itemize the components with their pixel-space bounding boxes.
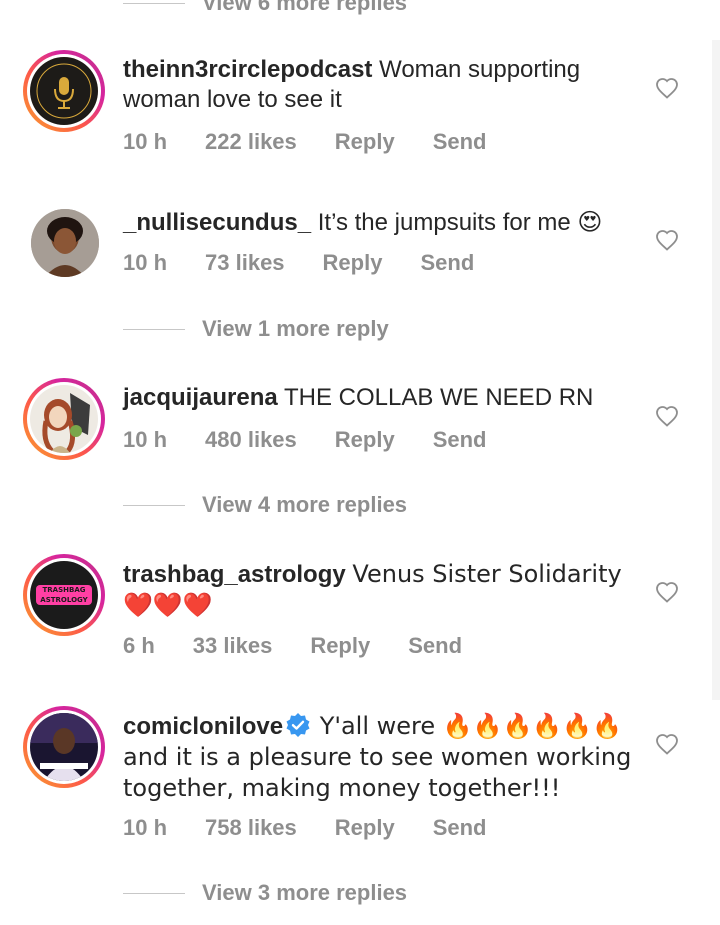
username[interactable]: trashbag_astrology (123, 561, 346, 588)
timestamp: 10 h (123, 129, 168, 154)
send-button[interactable]: Send (433, 815, 487, 841)
view-more-replies[interactable]: View 3 more replies (123, 878, 407, 908)
divider-line (123, 504, 185, 506)
trashbag-astrology-logo: TRASHBAG ASTROLOGY (30, 561, 98, 629)
avatar[interactable] (23, 50, 105, 132)
username[interactable]: theinn3rcirclepodcast (123, 56, 372, 83)
timestamp: 6 h (123, 633, 155, 658)
profile-photo (30, 713, 98, 781)
view-more-label: View 1 more reply (202, 316, 389, 341)
avatar[interactable] (23, 706, 105, 788)
view-more-replies-top[interactable]: View 6 more replies (123, 0, 407, 18)
svg-text:TRASHBAG: TRASHBAG (43, 586, 86, 594)
send-button[interactable]: Send (433, 427, 487, 453)
comment-meta: 10 h 73 likes Reply Send (123, 250, 512, 276)
view-more-label: View 4 more replies (202, 492, 408, 517)
avatar[interactable] (31, 209, 99, 277)
timestamp: 10 h (123, 250, 168, 275)
heart-outline-icon[interactable] (655, 77, 679, 99)
comment-body: _nullisecundus_ It’s the jumpsuits for m… (123, 208, 643, 238)
heart-outline-icon[interactable] (655, 229, 679, 251)
avatar[interactable] (23, 378, 105, 460)
avatar[interactable]: TRASHBAG ASTROLOGY (23, 554, 105, 636)
reply-button[interactable]: Reply (335, 129, 395, 155)
view-more-replies[interactable]: View 4 more replies (123, 490, 407, 520)
heart-outline-icon[interactable] (655, 581, 679, 603)
timestamp: 10 h (123, 815, 168, 840)
likes-count[interactable]: 758 likes (205, 815, 297, 841)
comment-body: trashbag_astrology Venus Sister Solidari… (123, 559, 643, 621)
view-more-label: View 6 more replies (202, 0, 408, 15)
comment-text: It’s the jumpsuits for me 😍 (317, 209, 603, 236)
view-more-label: View 3 more replies (202, 880, 408, 905)
likes-count[interactable]: 33 likes (193, 633, 273, 659)
comment-meta: 10 h 222 likes Reply Send (123, 129, 525, 155)
send-button[interactable]: Send (408, 633, 462, 659)
username[interactable]: jacquijaurena (123, 384, 278, 411)
comment-meta: 10 h 480 likes Reply Send (123, 427, 525, 453)
reply-button[interactable]: Reply (323, 250, 383, 276)
likes-count[interactable]: 480 likes (205, 427, 297, 453)
comment-meta: 6 h 33 likes Reply Send (123, 633, 500, 659)
divider-line (123, 2, 185, 4)
inner-circle-logo (31, 58, 97, 124)
username[interactable]: comiclonilove (123, 713, 283, 740)
heart-outline-icon[interactable] (655, 405, 679, 427)
heart-outline-icon[interactable] (655, 733, 679, 755)
reply-button[interactable]: Reply (335, 815, 395, 841)
divider-line (123, 328, 185, 330)
illustrated-avatar (30, 385, 98, 453)
verified-badge-icon (286, 713, 310, 737)
comment-meta: 10 h 758 likes Reply Send (123, 815, 525, 841)
view-more-replies[interactable]: View 1 more reply (123, 314, 389, 344)
send-button[interactable]: Send (433, 129, 487, 155)
divider-line (123, 892, 185, 894)
username[interactable]: _nullisecundus_ (123, 209, 311, 236)
svg-text:ASTROLOGY: ASTROLOGY (40, 596, 88, 604)
comment-body: theinn3rcirclepodcast Woman supporting w… (123, 55, 643, 115)
comment-body: comiclonilove Y'all were 🔥🔥🔥🔥🔥🔥 and it i… (123, 711, 643, 804)
likes-count[interactable]: 222 likes (205, 129, 297, 155)
reply-button[interactable]: Reply (335, 427, 395, 453)
reply-button[interactable]: Reply (310, 633, 370, 659)
comment-text: THE COLLAB WE NEED RN (283, 384, 594, 411)
send-button[interactable]: Send (420, 250, 474, 276)
comment-body: jacquijaurena THE COLLAB WE NEED RN (123, 383, 643, 413)
likes-count[interactable]: 73 likes (205, 250, 285, 276)
scrollbar[interactable] (712, 40, 720, 700)
profile-photo (31, 209, 99, 277)
timestamp: 10 h (123, 427, 168, 452)
